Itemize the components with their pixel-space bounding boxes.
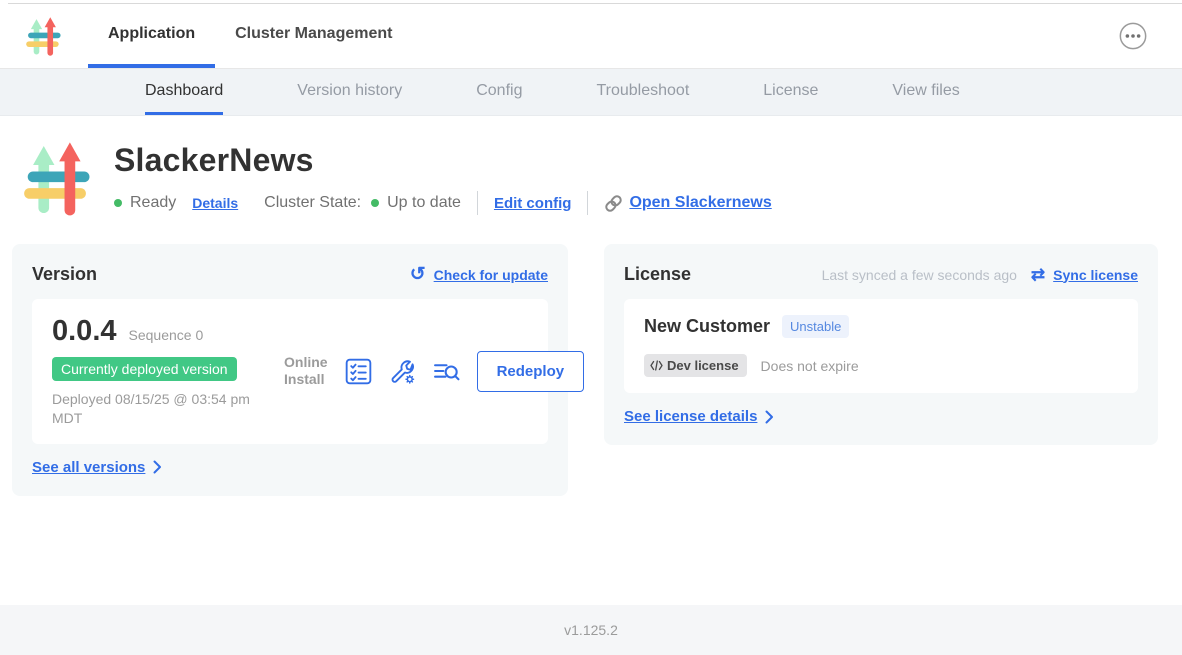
console-version: v1.125.2 xyxy=(564,622,618,638)
status-details-link[interactable]: Details xyxy=(192,195,238,211)
deployed-timestamp: Deployed 08/15/25 @ 03:54 pm MDT xyxy=(52,390,270,428)
subnav-tab-license[interactable]: License xyxy=(763,69,818,115)
license-card: License Last synced a few seconds ago ⇄ … xyxy=(604,244,1158,445)
license-last-synced: Last synced a few seconds ago xyxy=(822,267,1017,283)
current-version-panel: 0.0.4 Sequence 0 Currently deployed vers… xyxy=(32,299,548,444)
more-menu-icon[interactable] xyxy=(1118,21,1148,51)
see-all-versions-link[interactable]: See all versions xyxy=(32,459,145,476)
license-type-badge: Dev license xyxy=(644,354,747,377)
version-card: Version ↺ Check for update 0.0.4 Sequenc… xyxy=(12,244,568,496)
cluster-state-dot xyxy=(371,199,379,207)
edit-config-link[interactable]: Edit config xyxy=(494,195,572,212)
divider xyxy=(477,191,478,215)
tab-cluster-management[interactable]: Cluster Management xyxy=(215,4,412,68)
main-header: Application Cluster Management xyxy=(0,4,1182,69)
license-card-title: License xyxy=(624,264,691,285)
version-number: 0.0.4 xyxy=(52,315,117,348)
view-diff-icon[interactable] xyxy=(433,358,460,385)
preflight-checks-icon[interactable] xyxy=(345,358,372,385)
app-ready-dot xyxy=(114,199,122,207)
divider xyxy=(587,191,588,215)
console-footer: v1.125.2 xyxy=(0,605,1182,655)
app-heading-section: SlackerNews Ready Details Cluster State:… xyxy=(0,116,1182,216)
subnav-tab-version-history[interactable]: Version history xyxy=(297,69,402,115)
subnav-tab-view-files[interactable]: View files xyxy=(892,69,959,115)
refresh-icon: ↺ xyxy=(410,265,426,284)
tab-application[interactable]: Application xyxy=(88,4,215,68)
page-title: SlackerNews xyxy=(114,142,772,179)
app-status-text: Ready xyxy=(130,194,176,212)
redeploy-button[interactable]: Redeploy xyxy=(477,351,585,392)
subnav-tab-dashboard[interactable]: Dashboard xyxy=(145,69,223,115)
admin-console-page: Application Cluster Management Dashboard… xyxy=(0,0,1182,655)
install-type-label: Online Install xyxy=(284,354,328,389)
config-wrench-icon[interactable] xyxy=(389,358,416,385)
channel-badge: Unstable xyxy=(782,315,849,338)
sync-license-link[interactable]: Sync license xyxy=(1053,267,1138,283)
subnav-tab-config[interactable]: Config xyxy=(476,69,522,115)
code-icon xyxy=(650,360,663,371)
subnav-tab-troubleshoot[interactable]: Troubleshoot xyxy=(596,69,689,115)
sync-icon: ⇄ xyxy=(1031,266,1045,283)
version-card-title: Version xyxy=(32,264,97,285)
version-sequence: Sequence 0 xyxy=(129,327,204,343)
check-for-update-link[interactable]: Check for update xyxy=(434,267,548,283)
customer-name: New Customer xyxy=(644,316,770,337)
deployed-badge: Currently deployed version xyxy=(52,357,237,381)
slackernews-logo xyxy=(20,140,96,216)
chevron-right-icon xyxy=(765,410,774,424)
cluster-state-text: Up to date xyxy=(387,194,461,212)
app-logo-icon xyxy=(24,16,64,56)
license-expiry: Does not expire xyxy=(761,358,859,374)
cluster-state-label: Cluster State: xyxy=(264,194,361,212)
license-details-panel: New Customer Unstable Dev license xyxy=(624,299,1138,393)
chevron-right-icon xyxy=(153,460,162,474)
link-icon xyxy=(604,194,623,213)
app-subnav: Dashboard Version history Config Trouble… xyxy=(0,69,1182,116)
header-spacer xyxy=(412,4,1118,68)
main-nav: Application Cluster Management xyxy=(88,4,412,68)
app-status-row: Ready Details Cluster State: Up to date … xyxy=(114,191,772,215)
open-app-link[interactable]: Open Slackernews xyxy=(629,194,771,212)
see-license-details-link[interactable]: See license details xyxy=(624,408,757,425)
dashboard-cards: Version ↺ Check for update 0.0.4 Sequenc… xyxy=(0,216,1182,496)
